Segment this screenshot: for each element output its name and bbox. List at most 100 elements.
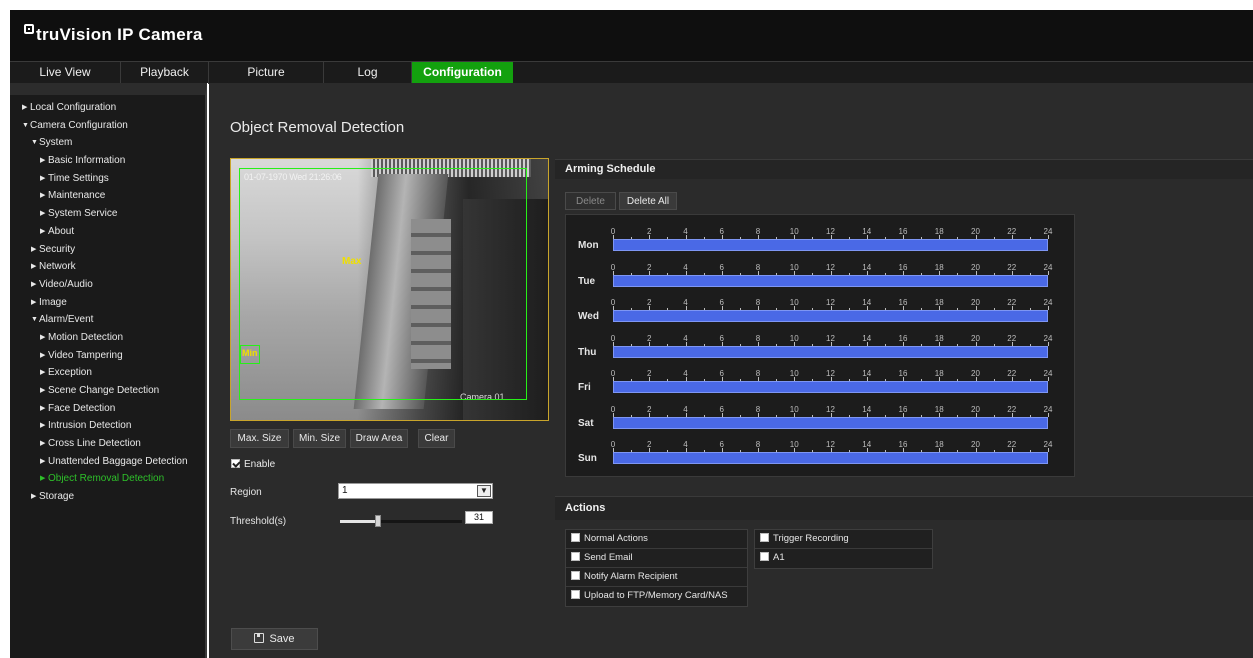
action-a1[interactable]: A1 <box>755 549 932 568</box>
sidebar-item-label: Camera Configuration <box>30 119 128 131</box>
action-normal-actions[interactable]: Normal Actions <box>566 530 747 549</box>
triangle-right-icon: ▶ <box>31 280 37 288</box>
arming-schedule-grid: 0 2 4 6 8 10 12 14 16 18 20 22 24 Mon 0 2 4 6 8 10 12 14 16 18 2… <box>565 214 1075 477</box>
action-trigger-recording[interactable]: Trigger Recording <box>755 530 932 549</box>
arming-schedule-header: Arming Schedule <box>555 159 1253 179</box>
triangle-down-icon: ▼ <box>22 121 29 129</box>
tab-picture[interactable]: Picture <box>209 62 324 84</box>
tab-live-view[interactable]: Live View <box>10 62 121 84</box>
sidebar-item-label: Face Detection <box>48 402 116 414</box>
sidebar-item-video-audio[interactable]: ▶ Video/Audio <box>10 276 205 294</box>
actions-left-column: Normal Actions Send Email Notify Alarm Rec… <box>565 529 748 607</box>
triangle-right-icon: ▶ <box>40 404 46 412</box>
schedule-bar-mon[interactable] <box>613 239 1048 251</box>
save-label: Save <box>269 633 295 645</box>
tab-log[interactable]: Log <box>324 62 412 84</box>
sidebar-item-basic-information[interactable]: ▶ Basic Information <box>10 152 205 170</box>
action-label: Normal Actions <box>584 533 648 544</box>
save-button[interactable]: Save <box>231 628 318 650</box>
day-label-mon: Mon <box>578 240 599 251</box>
sidebar-item-label: Image <box>39 296 67 308</box>
sidebar-item-scene-change-detection[interactable]: ▶ Scene Change Detection <box>10 382 205 400</box>
schedule-bar-sun[interactable] <box>613 452 1048 464</box>
triangle-right-icon: ▶ <box>31 298 37 306</box>
threshold-slider-fill <box>340 520 378 523</box>
clear-button[interactable]: Clear <box>418 429 455 448</box>
max-size-box[interactable] <box>239 168 527 400</box>
action-send-email[interactable]: Send Email <box>566 549 747 568</box>
sidebar-item-security[interactable]: ▶ Security <box>10 241 205 259</box>
sidebar-item-cross-line-detection[interactable]: ▶ Cross Line Detection <box>10 435 205 453</box>
checkbox-icon[interactable] <box>571 533 580 542</box>
max-size-button[interactable]: Max. Size <box>230 429 289 448</box>
region-select[interactable]: 1 ▼ <box>338 483 493 499</box>
page-title: Object Removal Detection <box>230 119 405 136</box>
schedule-tick-mark <box>1048 306 1049 310</box>
app-header: truVision IP Camera <box>10 10 1253 61</box>
schedule-bar-fri[interactable] <box>613 381 1048 393</box>
sidebar-item-video-tampering[interactable]: ▶ Video Tampering <box>10 347 205 365</box>
draw-area-button[interactable]: Draw Area <box>350 429 408 448</box>
triangle-right-icon: ▶ <box>22 104 28 111</box>
sidebar-item-motion-detection[interactable]: ▶ Motion Detection <box>10 329 205 347</box>
sidebar-item-time-settings[interactable]: ▶ Time Settings <box>10 170 205 188</box>
camera-logo-icon <box>24 24 34 34</box>
sidebar-item-storage[interactable]: ▶ Storage <box>10 488 205 506</box>
sidebar-item-system[interactable]: ▼System <box>10 134 205 152</box>
delete-all-button[interactable]: Delete All <box>619 192 677 210</box>
actions-header: Actions <box>555 496 1253 520</box>
sidebar-item-unattended-baggage-detection[interactable]: ▶ Unattended Baggage Detection <box>10 453 205 471</box>
sidebar-item-image[interactable]: ▶ Image <box>10 294 205 312</box>
triangle-right-icon: ▶ <box>31 493 37 501</box>
sidebar-item-maintenance[interactable]: ▶ Maintenance <box>10 187 205 205</box>
sidebar-item-about[interactable]: ▶ About <box>10 223 205 241</box>
schedule-tick-mark <box>1048 448 1049 452</box>
action-label: Upload to FTP/Memory Card/NAS <box>584 590 728 601</box>
triangle-right-icon: ▶ <box>40 210 46 218</box>
tab-playback[interactable]: Playback <box>121 62 209 84</box>
schedule-bar-thu[interactable] <box>613 345 1048 358</box>
threshold-value-field[interactable]: 31 <box>465 511 493 524</box>
sidebar-item-camera-configuration[interactable]: ▼Camera Configuration <box>10 117 205 135</box>
schedule-bar-tue[interactable] <box>613 274 1048 287</box>
delete-button[interactable]: Delete <box>565 192 616 210</box>
checkbox-icon[interactable] <box>760 552 769 561</box>
checkbox-icon[interactable] <box>571 590 580 599</box>
tab-configuration[interactable]: Configuration <box>412 62 513 84</box>
app-title: truVision IP Camera <box>36 25 203 44</box>
schedule-bar-wed[interactable] <box>613 310 1048 322</box>
region-value: 1 <box>342 485 348 496</box>
min-size-button[interactable]: Min. Size <box>293 429 346 448</box>
sidebar-item-system-service[interactable]: ▶ System Service <box>10 205 205 223</box>
schedule-bar-sat[interactable] <box>613 416 1048 429</box>
triangle-right-icon: ▶ <box>40 422 46 430</box>
threshold-label: Threshold(s) <box>230 516 287 527</box>
day-label-tue: Tue <box>578 275 596 287</box>
threshold-slider-handle[interactable] <box>374 515 381 527</box>
sidebar-item-label: Exception <box>48 367 92 379</box>
action-upload-to-ftp-memory-card-nas[interactable]: Upload to FTP/Memory Card/NAS <box>566 587 747 606</box>
threshold-slider[interactable] <box>340 515 462 527</box>
sidebar-item-network[interactable]: ▶ Network <box>10 258 205 276</box>
sidebar-item-label: About <box>48 225 75 237</box>
sidebar-item-object-removal-detection[interactable]: ▶ Object Removal Detection <box>10 470 205 488</box>
sidebar-item-label: Maintenance <box>48 190 106 202</box>
day-label-fri: Fri <box>578 382 591 393</box>
triangle-right-icon: ▶ <box>40 369 46 377</box>
triangle-right-icon: ▶ <box>40 227 46 235</box>
action-notify-alarm-recipient[interactable]: Notify Alarm Recipient <box>566 568 747 587</box>
triangle-right-icon: ▶ <box>40 387 46 394</box>
checkbox-icon[interactable] <box>571 552 580 561</box>
video-preview[interactable]: 01-07-1970 Wed 21:26:06 Camera 01 Max Mi… <box>230 158 549 421</box>
sidebar-item-face-detection[interactable]: ▶ Face Detection <box>10 400 205 418</box>
triangle-right-icon: ▶ <box>40 475 46 483</box>
day-label-sat: Sat <box>578 417 594 429</box>
sidebar-item-intrusion-detection[interactable]: ▶ Intrusion Detection <box>10 417 205 435</box>
sidebar-item-alarm-event[interactable]: ▼Alarm/Event <box>10 311 205 329</box>
enable-checkbox[interactable]: Enable <box>231 459 275 470</box>
checkbox-icon[interactable] <box>760 533 769 542</box>
save-floppy-icon <box>254 633 265 643</box>
checkbox-icon[interactable] <box>571 571 580 580</box>
sidebar-item-exception[interactable]: ▶ Exception <box>10 364 205 382</box>
sidebar-item-local-configuration[interactable]: ▶ Local Configuration <box>10 99 205 117</box>
